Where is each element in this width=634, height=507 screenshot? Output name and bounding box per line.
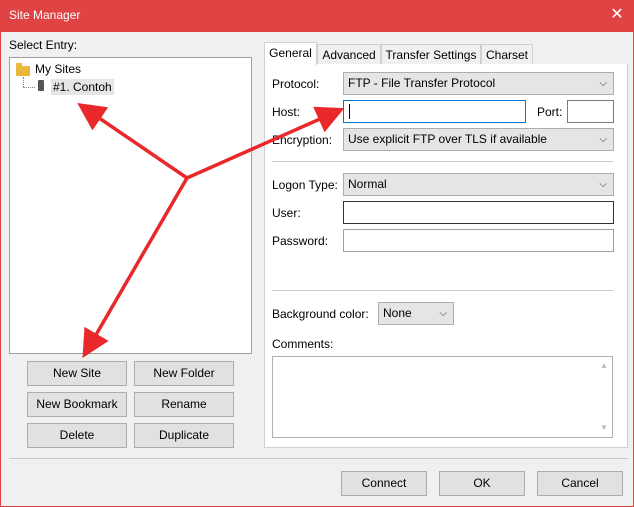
tab-general[interactable]: General <box>264 42 317 65</box>
comments-textarea[interactable] <box>272 356 613 438</box>
new-bookmark-button[interactable]: New Bookmark <box>27 392 127 417</box>
rename-button[interactable]: Rename <box>134 392 234 417</box>
logon-type-label: Logon Type: <box>272 178 338 192</box>
scroll-up-icon: ▲ <box>600 361 608 370</box>
text-cursor <box>349 104 350 119</box>
protocol-label: Protocol: <box>272 77 320 91</box>
select-entry-label: Select Entry: <box>9 38 78 52</box>
server-icon <box>38 80 44 91</box>
new-site-button[interactable]: New Site <box>27 361 127 386</box>
tree-connector <box>23 87 35 88</box>
divider <box>272 290 613 291</box>
user-input[interactable] <box>343 201 614 224</box>
encryption-select[interactable]: Use explicit FTP over TLS if available ⌵ <box>343 128 614 151</box>
encryption-value: Use explicit FTP over TLS if available <box>348 132 547 146</box>
chevron-down-icon: ⌵ <box>599 134 607 145</box>
tree-connector <box>23 77 24 87</box>
divider <box>272 161 613 162</box>
password-input[interactable] <box>343 229 614 252</box>
new-folder-button[interactable]: New Folder <box>134 361 234 386</box>
logon-type-value: Normal <box>348 177 387 191</box>
scroll-down-icon: ▼ <box>600 423 608 432</box>
footer-divider <box>9 458 628 459</box>
tree-item-contoh[interactable]: #1. Contoh <box>51 79 114 95</box>
background-color-value: None <box>383 306 412 320</box>
comments-label: Comments: <box>272 337 334 351</box>
ok-button[interactable]: OK <box>439 471 525 496</box>
comments-scrollbar[interactable]: ▲ ▼ <box>597 357 612 437</box>
title-bar <box>0 0 634 32</box>
folder-icon <box>16 63 30 76</box>
tab-charset[interactable]: Charset <box>481 44 533 65</box>
window-title: Site Manager <box>9 8 81 22</box>
port-input[interactable] <box>567 100 614 123</box>
duplicate-button[interactable]: Duplicate <box>134 423 234 448</box>
chevron-down-icon: ⌵ <box>439 308 447 319</box>
close-icon[interactable]: ✕ <box>606 4 628 26</box>
tab-transfer-settings[interactable]: Transfer Settings <box>381 44 481 65</box>
encryption-label: Encryption: <box>272 133 333 147</box>
protocol-value: FTP - File Transfer Protocol <box>348 76 496 90</box>
host-input[interactable] <box>343 100 526 123</box>
cancel-button[interactable]: Cancel <box>537 471 623 496</box>
tab-advanced[interactable]: Advanced <box>317 44 381 65</box>
tree-item-my-sites[interactable]: My Sites <box>35 62 81 76</box>
host-label: Host: <box>272 105 301 119</box>
chevron-down-icon: ⌵ <box>599 78 607 89</box>
chevron-down-icon: ⌵ <box>599 179 607 190</box>
connect-button[interactable]: Connect <box>341 471 427 496</box>
port-label: Port: <box>537 105 563 119</box>
site-tree[interactable] <box>9 57 252 354</box>
protocol-select[interactable]: FTP - File Transfer Protocol ⌵ <box>343 72 614 95</box>
delete-button[interactable]: Delete <box>27 423 127 448</box>
background-color-select[interactable]: None ⌵ <box>378 302 454 325</box>
user-label: User: <box>272 206 301 220</box>
logon-type-select[interactable]: Normal ⌵ <box>343 173 614 196</box>
password-label: Password: <box>272 234 329 248</box>
background-color-label: Background color: <box>272 307 369 321</box>
